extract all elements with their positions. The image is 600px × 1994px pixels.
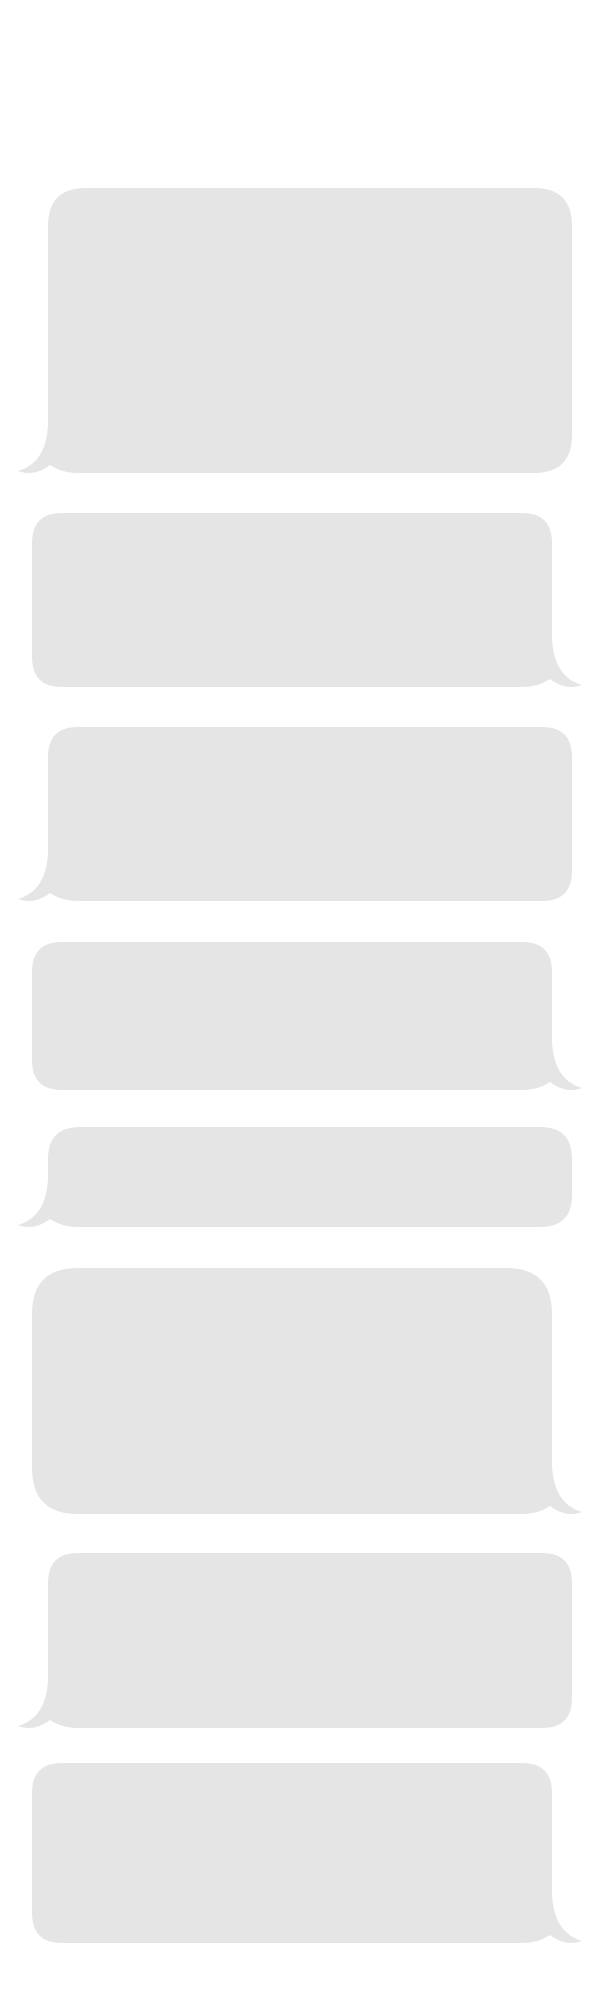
incoming-message-bubble[interactable] <box>18 1127 572 1227</box>
outgoing-message-bubble[interactable] <box>32 513 582 687</box>
message-bubble-shape <box>18 188 572 473</box>
incoming-message-bubble[interactable] <box>18 188 572 473</box>
message-bubble-shape <box>32 942 582 1090</box>
outgoing-message-bubble[interactable] <box>32 942 582 1090</box>
message-thread <box>18 188 582 1943</box>
message-bubble-shape <box>18 1127 572 1227</box>
incoming-message-bubble[interactable] <box>18 1553 572 1728</box>
message-bubble-shape <box>18 727 572 901</box>
message-bubble-shape <box>18 1553 572 1728</box>
message-bubble-shape <box>32 1763 582 1943</box>
outgoing-message-bubble[interactable] <box>32 1268 582 1514</box>
chat-screen <box>0 0 600 1994</box>
incoming-message-bubble[interactable] <box>18 727 572 901</box>
message-bubble-shape <box>32 513 582 687</box>
outgoing-message-bubble[interactable] <box>32 1763 582 1943</box>
message-bubble-shape <box>32 1268 582 1514</box>
